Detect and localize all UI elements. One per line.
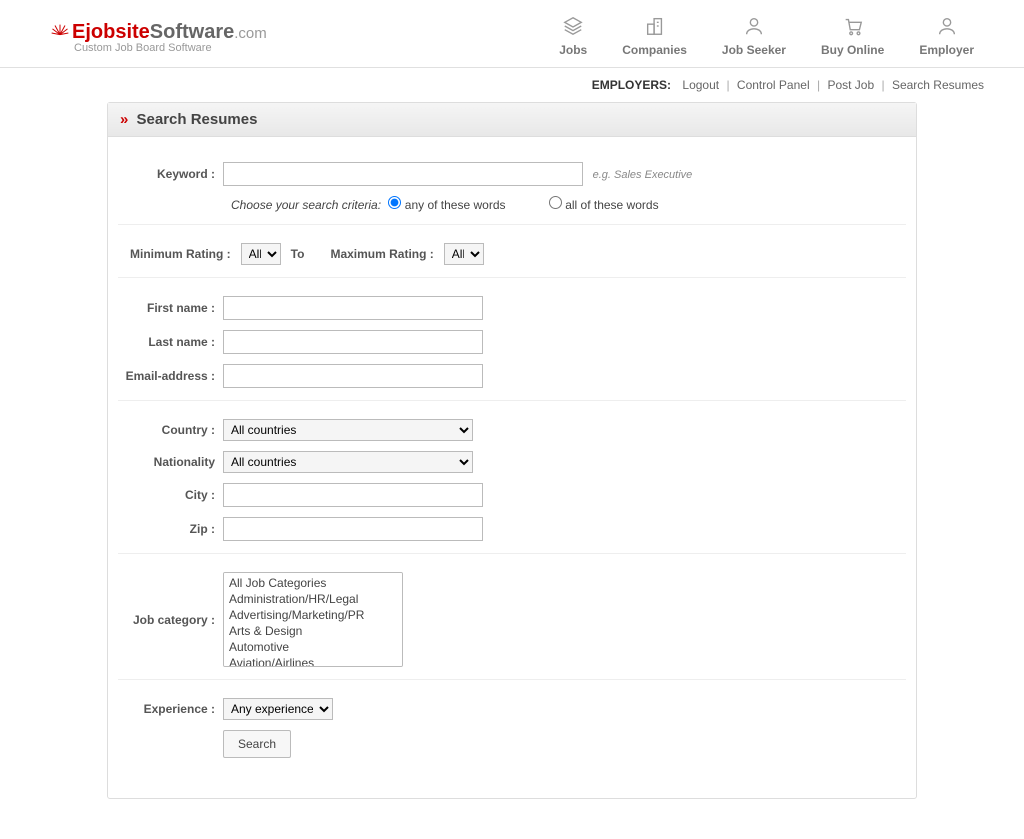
nav-label: Buy Online [821, 43, 884, 57]
country-label: Country : [118, 423, 223, 437]
panel-header: » Search Resumes [108, 103, 916, 137]
nav-label: Jobs [559, 43, 587, 57]
search-resumes-panel: » Search Resumes Keyword : e.g. Sales Ex… [107, 102, 917, 799]
criteria-all-radio[interactable] [549, 196, 562, 209]
nav-jobs[interactable]: Jobs [559, 15, 587, 57]
logo-tagline: Custom Job Board Software [74, 42, 267, 54]
logo-text-dotcom: .com [234, 25, 267, 42]
zip-label: Zip : [118, 522, 223, 536]
stack-icon [562, 15, 584, 37]
nationality-select[interactable]: All countries [223, 451, 473, 473]
experience-label: Experience : [118, 702, 223, 716]
logo-text-software: Software [150, 21, 234, 44]
logo-text-jobsite: jobsite [85, 21, 149, 44]
cart-icon [842, 15, 864, 37]
building-icon [644, 15, 666, 37]
user-icon [743, 15, 765, 37]
email-input[interactable] [223, 364, 483, 388]
jobcategory-option[interactable]: Advertising/Marketing/PR [227, 607, 399, 623]
country-select[interactable]: All countries [223, 419, 473, 441]
subnav-search-resumes[interactable]: Search Resumes [892, 78, 984, 92]
city-label: City : [118, 488, 223, 502]
criteria-any-text: any of these words [405, 198, 506, 212]
firstname-input[interactable] [223, 296, 483, 320]
jobcategory-label: Job category : [118, 613, 223, 627]
zip-input[interactable] [223, 517, 483, 541]
panel-title: Search Resumes [137, 111, 258, 128]
separator: | [726, 78, 729, 92]
keyword-label: Keyword : [118, 167, 223, 181]
jobcategory-option[interactable]: Aviation/Airlines [227, 655, 399, 667]
keyword-hint: e.g. Sales Executive [593, 169, 693, 181]
logo[interactable]: E jobsite Software .com Custom Job Board… [50, 18, 267, 54]
subnav-post-job[interactable]: Post Job [827, 78, 874, 92]
jobcategory-option[interactable]: Automotive [227, 639, 399, 655]
nav-companies[interactable]: Companies [622, 15, 687, 57]
employer-subnav: EMPLOYERS: Logout | Control Panel | Post… [0, 68, 1024, 102]
email-label: Email-address : [118, 369, 223, 383]
min-rating-label: Minimum Rating : [130, 247, 231, 261]
criteria-any-radio[interactable] [388, 196, 401, 209]
nav-employer[interactable]: Employer [919, 15, 974, 57]
to-label: To [291, 247, 305, 261]
subnav-control-panel[interactable]: Control Panel [737, 78, 810, 92]
firstname-label: First name : [118, 301, 223, 315]
subnav-label: EMPLOYERS: [592, 78, 671, 92]
nav-buyonline[interactable]: Buy Online [821, 15, 884, 57]
chevron-icon: » [120, 111, 128, 128]
criteria-any-label[interactable]: any of these words [388, 198, 505, 212]
sunburst-icon [50, 18, 70, 44]
lastname-input[interactable] [223, 330, 483, 354]
jobcategory-option[interactable]: Arts & Design [227, 623, 399, 639]
lastname-label: Last name : [118, 335, 223, 349]
criteria-prompt: Choose your search criteria: [231, 198, 381, 212]
search-button[interactable]: Search [223, 730, 291, 758]
separator: | [881, 78, 884, 92]
max-rating-label: Maximum Rating : [330, 247, 433, 261]
nav-label: Job Seeker [722, 43, 786, 57]
separator: | [817, 78, 820, 92]
criteria-all-label[interactable]: all of these words [549, 198, 659, 212]
min-rating-select[interactable]: All.. [241, 243, 281, 265]
subnav-logout[interactable]: Logout [682, 78, 719, 92]
jobcategory-option[interactable]: Administration/HR/Legal [227, 591, 399, 607]
max-rating-select[interactable]: All.. [444, 243, 484, 265]
criteria-all-text: all of these words [565, 198, 658, 212]
jobcategory-option[interactable]: All Job Categories [227, 575, 399, 591]
jobcategory-select[interactable]: All Job CategoriesAdministration/HR/Lega… [223, 572, 403, 667]
user-icon [936, 15, 958, 37]
top-nav: Jobs Companies Job Seeker Buy Online Emp… [559, 15, 974, 57]
keyword-input[interactable] [223, 162, 583, 186]
experience-select[interactable]: Any experience [223, 698, 333, 720]
nav-label: Employer [919, 43, 974, 57]
nationality-label: Nationality [118, 455, 223, 469]
nav-label: Companies [622, 43, 687, 57]
logo-text-e: E [72, 21, 85, 44]
nav-jobseeker[interactable]: Job Seeker [722, 15, 786, 57]
site-header: E jobsite Software .com Custom Job Board… [0, 0, 1024, 68]
city-input[interactable] [223, 483, 483, 507]
